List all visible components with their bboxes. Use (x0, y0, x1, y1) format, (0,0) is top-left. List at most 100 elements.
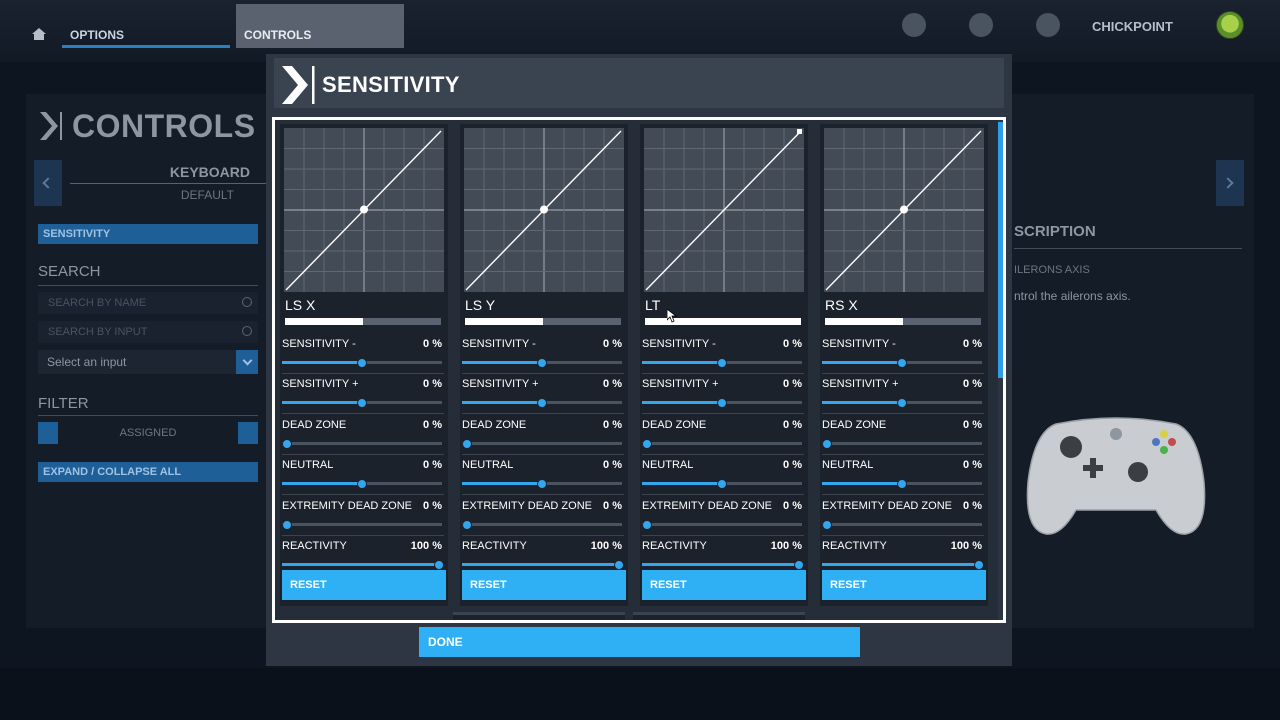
slider-handle[interactable] (537, 479, 547, 489)
setting-slider[interactable] (642, 358, 802, 368)
chevron-logo-icon (40, 112, 62, 140)
slider-handle[interactable] (642, 520, 652, 530)
slider-handle[interactable] (357, 358, 367, 368)
slider-handle[interactable] (717, 358, 727, 368)
profile-icon[interactable] (969, 13, 993, 37)
slider-handle[interactable] (537, 358, 547, 368)
setting-slider[interactable] (462, 398, 622, 408)
setting-slider[interactable] (462, 520, 622, 530)
setting-value: 100 % (950, 540, 982, 552)
axis-input-fill (825, 318, 903, 325)
slider-track[interactable] (642, 442, 802, 445)
setting-slider[interactable] (462, 560, 624, 570)
slider-handle[interactable] (794, 560, 804, 570)
username[interactable]: CHICKPOINT (1092, 19, 1173, 34)
setting-slider[interactable] (822, 398, 982, 408)
setting-slider[interactable] (822, 439, 982, 449)
tab-controls[interactable]: CONTROLS (236, 4, 404, 48)
setting-dead-zone: DEAD ZONE 0 % (822, 415, 984, 455)
slider-handle[interactable] (822, 520, 832, 530)
reset-button[interactable]: RESET (462, 570, 626, 600)
search-by-input-field[interactable]: SEARCH BY INPUT (38, 321, 258, 343)
setting-slider[interactable] (822, 358, 982, 368)
setting-slider[interactable] (642, 439, 802, 449)
slider-fill (642, 563, 802, 566)
filter-selector: ASSIGNED (38, 422, 258, 444)
select-input-dropdown[interactable]: Select an input (38, 350, 258, 374)
friends-icon[interactable] (902, 13, 926, 37)
slider-handle[interactable] (434, 560, 444, 570)
slider-track[interactable] (462, 523, 622, 526)
slider-handle[interactable] (717, 398, 727, 408)
avatar[interactable] (1216, 11, 1244, 39)
bottom-bar (0, 668, 1280, 720)
slider-handle[interactable] (357, 479, 367, 489)
reset-button[interactable]: RESET (822, 570, 986, 600)
notifications-icon[interactable] (1036, 13, 1060, 37)
curve-marker (360, 205, 368, 214)
slider-handle[interactable] (642, 439, 652, 449)
setting-slider[interactable] (822, 520, 982, 530)
slider-handle[interactable] (282, 439, 292, 449)
setting-extremity-dead-zone: EXTREMITY DEAD ZONE 0 % (462, 496, 624, 536)
setting-slider[interactable] (642, 520, 802, 530)
scrollbar-thumb[interactable] (998, 122, 1003, 378)
slider-track[interactable] (282, 523, 442, 526)
search-by-name-input[interactable]: SEARCH BY NAME (38, 292, 258, 314)
setting-value: 0 % (783, 419, 802, 431)
setting-slider[interactable] (822, 560, 984, 570)
setting-slider[interactable] (642, 398, 802, 408)
setting-sensitivity: SENSITIVITY - 0 % (822, 334, 984, 374)
setting-slider[interactable] (822, 479, 982, 489)
setting-label: REACTIVITY (282, 540, 347, 552)
slider-handle[interactable] (537, 398, 547, 408)
device-next-button[interactable] (1216, 160, 1244, 206)
next-card-hint (453, 612, 625, 620)
setting-label: SENSITIVITY + (282, 378, 359, 390)
done-button[interactable]: DONE (419, 627, 860, 657)
slider-track[interactable] (822, 442, 982, 445)
slider-track[interactable] (642, 523, 802, 526)
axis-cards-container[interactable]: LS X SENSITIVITY -0 % SENSITIVITY +0 % DEAD… (272, 117, 1006, 623)
setting-sensitivity: SENSITIVITY - 0 % (642, 334, 804, 374)
setting-dead-zone: DEAD ZONE 0 % (642, 415, 804, 455)
reset-button[interactable]: RESET (642, 570, 806, 600)
slider-fill (462, 401, 542, 404)
setting-slider[interactable] (642, 479, 802, 489)
slider-handle[interactable] (462, 520, 472, 530)
slider-handle[interactable] (357, 398, 367, 408)
setting-neutral: NEUTRAL 0 % (282, 455, 444, 495)
setting-slider[interactable] (642, 560, 804, 570)
slider-handle[interactable] (974, 560, 984, 570)
slider-handle[interactable] (897, 479, 907, 489)
setting-slider[interactable] (462, 479, 622, 489)
search-icon (242, 297, 252, 307)
reset-button[interactable]: RESET (282, 570, 446, 600)
slider-handle[interactable] (897, 358, 907, 368)
setting-value: 0 % (783, 500, 802, 512)
slider-track[interactable] (462, 442, 622, 445)
setting-slider[interactable] (282, 439, 442, 449)
setting-slider[interactable] (282, 520, 442, 530)
slider-handle[interactable] (614, 560, 624, 570)
slider-handle[interactable] (822, 439, 832, 449)
setting-slider[interactable] (282, 479, 442, 489)
setting-slider[interactable] (282, 358, 442, 368)
setting-slider[interactable] (462, 358, 622, 368)
setting-slider[interactable] (282, 398, 442, 408)
category-sensitivity[interactable]: SENSITIVITY (38, 224, 258, 244)
setting-label: REACTIVITY (462, 540, 527, 552)
slider-handle[interactable] (717, 479, 727, 489)
slider-handle[interactable] (282, 520, 292, 530)
setting-slider[interactable] (282, 560, 444, 570)
setting-slider[interactable] (462, 439, 622, 449)
home-icon[interactable] (31, 26, 47, 42)
tab-options[interactable]: OPTIONS (62, 4, 230, 48)
filter-next-button[interactable] (238, 422, 258, 444)
device-prev-button[interactable] (34, 160, 62, 206)
slider-handle[interactable] (462, 439, 472, 449)
slider-track[interactable] (822, 523, 982, 526)
slider-track[interactable] (282, 442, 442, 445)
expand-collapse-button[interactable]: EXPAND / COLLAPSE ALL (38, 462, 258, 482)
slider-handle[interactable] (897, 398, 907, 408)
